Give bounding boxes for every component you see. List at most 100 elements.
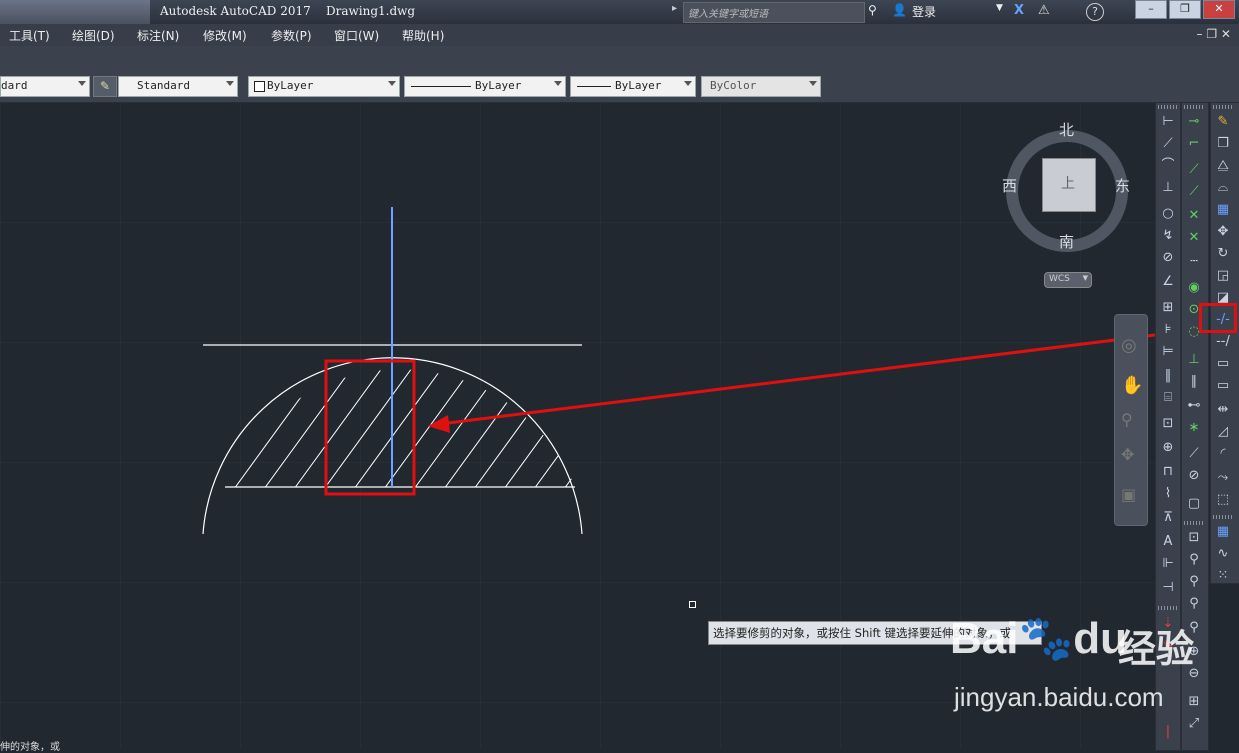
quick-access-area[interactable] xyxy=(0,0,150,24)
snap-apparent-icon[interactable]: ✕ xyxy=(1185,229,1203,247)
snap-intersection-icon[interactable]: ✕ xyxy=(1185,207,1203,225)
ucs-menu[interactable]: WCS ▼ xyxy=(1044,272,1092,288)
break-icon[interactable]: ⌸ xyxy=(1159,389,1177,407)
scale-icon[interactable]: ◲ xyxy=(1214,267,1232,285)
search-input[interactable]: 键入关键字或短语 xyxy=(683,2,865,23)
pan-icon[interactable]: ✋ xyxy=(1121,375,1143,396)
snap-center-icon[interactable]: ◉ xyxy=(1185,279,1203,297)
minimize-button[interactable]: – xyxy=(1135,0,1167,19)
menu-dimension[interactable]: 标注(N) xyxy=(137,27,179,44)
login-area[interactable]: ⚲ 👤 登录 ▼ xyxy=(868,3,1008,21)
snap-extension-icon[interactable]: ┄ xyxy=(1185,253,1203,271)
snap-nearest-icon[interactable]: ⟋ xyxy=(1185,445,1203,463)
jogged-linear-icon[interactable]: ⌇ xyxy=(1159,485,1177,503)
center-mark-icon[interactable]: ⊕ xyxy=(1159,439,1177,457)
menu-draw[interactable]: 绘图(D) xyxy=(72,27,115,44)
toolbar-grip[interactable] xyxy=(1213,105,1233,109)
lineweight-combo[interactable]: ByLayer xyxy=(570,76,696,97)
login-dropdown-icon[interactable]: ▼ xyxy=(996,3,1003,13)
dim-style-icon[interactable]: ✎ xyxy=(93,76,117,97)
zoom-center-icon[interactable]: ⚲ xyxy=(1185,595,1203,613)
dim-style-tb-icon[interactable]: ⊣ xyxy=(1159,579,1177,597)
search-expand-icon[interactable]: ▸ xyxy=(672,3,682,20)
compass-east[interactable]: 东 xyxy=(1115,175,1130,196)
compass-north[interactable]: 北 xyxy=(1059,119,1074,140)
chamfer-icon[interactable]: ◿ xyxy=(1214,423,1232,441)
join-icon[interactable]: ⇹ xyxy=(1214,401,1232,419)
dim-style-combo[interactable]: Standard xyxy=(118,76,238,97)
fillet-icon[interactable]: ◜ xyxy=(1214,445,1232,463)
red-tool-icon[interactable]: | xyxy=(1159,723,1177,741)
showmotion-icon[interactable]: ▣ xyxy=(1121,485,1136,504)
update-icon[interactable]: ⊩ xyxy=(1159,555,1177,573)
text-edit-icon[interactable]: A xyxy=(1159,533,1177,551)
maximize-button[interactable]: ❐ xyxy=(1169,0,1201,19)
dimedit-icon[interactable]: ⊼ xyxy=(1159,509,1177,527)
mirror-icon[interactable]: ⧋ xyxy=(1214,157,1232,175)
help-button[interactable]: ? xyxy=(1086,3,1104,21)
linear-dim-icon[interactable]: ⊢ xyxy=(1159,113,1177,131)
toolbar-grip[interactable] xyxy=(1213,515,1233,519)
exchange-icon[interactable]: X xyxy=(1014,3,1024,18)
space-icon[interactable]: ‖ xyxy=(1159,367,1177,385)
snap-from-icon[interactable]: ⌐ xyxy=(1185,135,1203,153)
offset-icon[interactable]: ⌓ xyxy=(1214,179,1232,197)
snap-node-icon[interactable]: ∗ xyxy=(1185,419,1203,437)
jogged-icon[interactable]: ↯ xyxy=(1159,227,1177,245)
binoculars-icon[interactable]: ⚲ xyxy=(868,3,877,17)
tolerance-icon[interactable]: ⊡ xyxy=(1159,415,1177,433)
menu-tools[interactable]: 工具(T) xyxy=(9,27,50,44)
compass-west[interactable]: 西 xyxy=(1002,175,1017,196)
toolbar-grip[interactable] xyxy=(1158,606,1178,610)
viewcube-top-face[interactable]: 上 xyxy=(1042,158,1096,212)
snap-midpoint-icon[interactable]: ⟋ xyxy=(1185,183,1203,201)
login-label[interactable]: 登录 xyxy=(912,3,936,20)
snap-settings-icon[interactable]: ▢ xyxy=(1185,495,1203,513)
rotate-icon[interactable]: ↻ xyxy=(1214,245,1232,263)
zoom-dynamic-icon[interactable]: ⚲ xyxy=(1185,551,1203,569)
continue-icon[interactable]: ⊨ xyxy=(1159,343,1177,361)
group-icon[interactable]: ▦ xyxy=(1214,523,1232,541)
radius-icon[interactable]: ○ xyxy=(1159,205,1177,223)
quick-dim-icon[interactable]: ⊞ xyxy=(1159,299,1177,317)
text-style-combo[interactable]: dard xyxy=(0,76,90,97)
snap-insert-icon[interactable]: ⊷ xyxy=(1185,397,1203,415)
snap-endpoint2-icon[interactable]: ⟋ xyxy=(1185,161,1203,179)
snap-none-icon[interactable]: ⊘ xyxy=(1185,467,1203,485)
extend-icon[interactable]: --/ xyxy=(1214,333,1232,351)
compass-south[interactable]: 南 xyxy=(1059,231,1074,252)
spline-edit-icon[interactable]: ∿ xyxy=(1214,545,1232,563)
zoom-window-icon[interactable]: ⊡ xyxy=(1185,529,1203,547)
toolbar-grip[interactable] xyxy=(1184,105,1204,109)
snap-parallel-icon[interactable]: ∥ xyxy=(1185,373,1203,391)
arc-length-icon[interactable]: ⌒ xyxy=(1159,157,1177,175)
menu-help[interactable]: 帮助(H) xyxy=(402,27,444,44)
snap-endpoint-icon[interactable]: ⊸ xyxy=(1185,113,1203,131)
baseline-icon[interactable]: ⊧ xyxy=(1159,321,1177,339)
array-icon[interactable]: ▦ xyxy=(1214,201,1232,219)
angular-icon[interactable]: ∠ xyxy=(1159,273,1177,291)
explode-icon[interactable]: ⬚ xyxy=(1214,491,1232,509)
color-combo[interactable]: ByLayer xyxy=(248,76,400,97)
erase-icon[interactable]: ✎ xyxy=(1214,113,1232,131)
aligned-dim-icon[interactable]: ⟋ xyxy=(1159,135,1177,153)
ordinate-icon[interactable]: ⊥ xyxy=(1159,179,1177,197)
zoom-scale-icon[interactable]: ⚲ xyxy=(1185,573,1203,591)
linetype-combo[interactable]: ByLayer xyxy=(404,76,566,97)
menu-modify[interactable]: 修改(M) xyxy=(203,27,247,44)
plot-style-combo[interactable]: ByColor xyxy=(701,76,821,97)
close-button[interactable]: ✕ xyxy=(1203,0,1235,19)
menu-parameter[interactable]: 参数(P) xyxy=(271,27,312,44)
orbit-icon[interactable]: ✥ xyxy=(1121,445,1134,464)
break-tool-icon[interactable]: ▭ xyxy=(1214,377,1232,395)
zoom-icon[interactable]: ⚲ xyxy=(1121,410,1133,429)
menu-window[interactable]: 窗口(W) xyxy=(334,27,379,44)
mdi-window-controls[interactable]: – ❐ ✕ xyxy=(1197,27,1231,41)
inspect-icon[interactable]: ⊓ xyxy=(1159,463,1177,481)
toolbar-grip[interactable] xyxy=(1158,105,1178,109)
blend-icon[interactable]: ⤳ xyxy=(1214,469,1232,487)
a360-icon[interactable]: ⚠ xyxy=(1038,3,1050,18)
steering-wheel-icon[interactable]: ◎ xyxy=(1121,335,1137,356)
toolbar-grip[interactable] xyxy=(1184,521,1204,525)
command-line[interactable]: 伸的对象，或 xyxy=(0,738,90,753)
